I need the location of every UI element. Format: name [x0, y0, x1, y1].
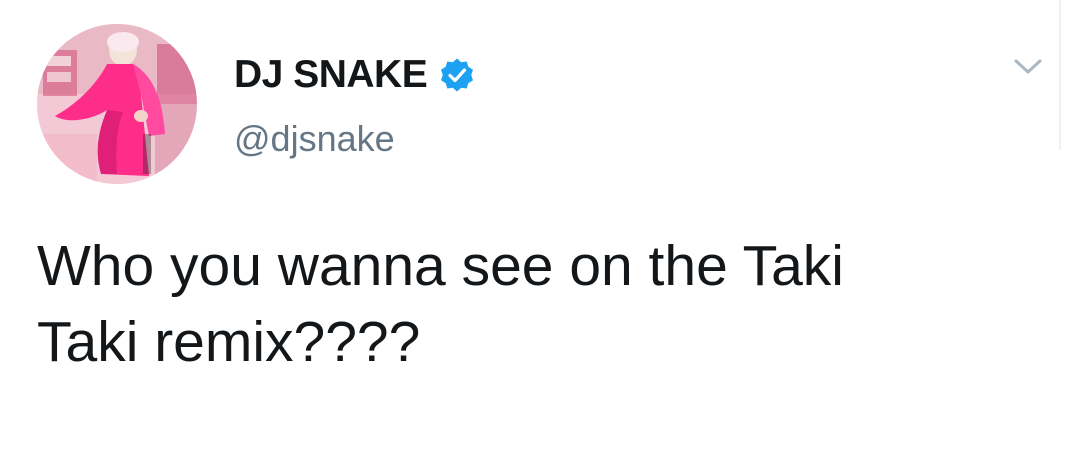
- verified-badge-icon: [439, 57, 475, 93]
- chevron-down-icon[interactable]: [1008, 52, 1048, 82]
- display-name[interactable]: DJ SNAKE: [234, 52, 428, 98]
- tweet-text: Who you wanna see on the Taki Taki remix…: [37, 234, 844, 374]
- avatar-image: [37, 24, 197, 184]
- avatar[interactable]: [37, 24, 197, 184]
- user-handle[interactable]: @djsnake: [234, 117, 395, 161]
- display-name-row: DJ SNAKE: [234, 52, 475, 98]
- tweet-card: DJ SNAKE @djsnake Who you wanna see on t…: [0, 0, 1065, 460]
- card-edge-divider: [1059, 0, 1061, 150]
